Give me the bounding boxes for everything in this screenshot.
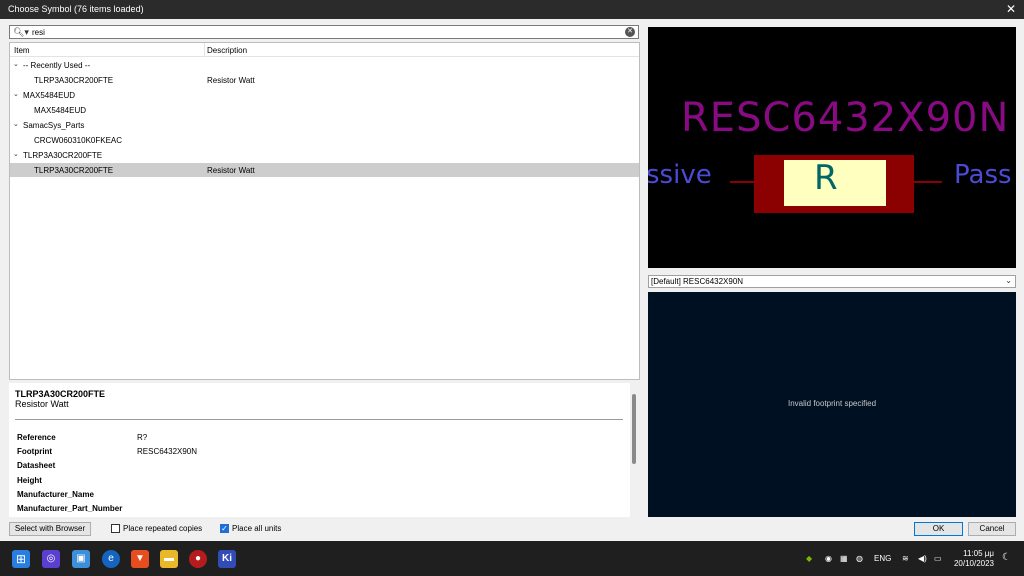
footprint-preview-canvas[interactable]: Invalid footprint specified <box>648 292 1016 517</box>
tree-item-label: TLRP3A30CR200FTE <box>34 76 114 85</box>
tree-item-label: TLRP3A30CR200FTE <box>34 166 114 175</box>
search-input[interactable] <box>32 27 612 38</box>
tree-row[interactable]: CRCW060310K0FKEAC <box>10 133 639 147</box>
tree-group-samacsys-parts[interactable]: ⌄ SamacSys_Parts <box>10 118 639 132</box>
pin-left-line <box>730 181 756 183</box>
symbol-preview-canvas[interactable]: RESC6432X90N ssive R Pass <box>648 27 1016 268</box>
notification-icon[interactable]: ☾ <box>1002 552 1011 563</box>
clear-search-icon[interactable]: ✕ <box>625 27 635 37</box>
chevron-down-icon[interactable]: ⌄ <box>13 90 19 98</box>
field-key: Manufacturer_Part_Number <box>17 504 123 513</box>
tree-row[interactable]: MAX5484EUD <box>10 103 639 117</box>
tray-icon[interactable]: ◉ <box>825 554 832 563</box>
field-key: Reference <box>17 433 56 442</box>
check-icon[interactable]: ✓ <box>220 524 229 533</box>
field-footprint: Footprint RESC6432X90N <box>17 447 617 459</box>
field-manufacturer-part-number: Manufacturer_Part_Number <box>17 504 617 516</box>
column-header-item[interactable]: Item <box>14 46 30 55</box>
app-icon[interactable]: ◎ <box>42 550 60 568</box>
pin-type-left-text: ssive <box>648 160 712 190</box>
field-key: Footprint <box>17 447 53 456</box>
tree-item-label: TLRP3A30CR200FTE <box>23 151 103 160</box>
field-datasheet: Datasheet <box>17 461 617 473</box>
field-key: Datasheet <box>17 461 56 470</box>
search-box[interactable]: 🔍︎▾ ✕ <box>9 25 639 39</box>
tree-item-label: CRCW060310K0FKEAC <box>34 136 123 145</box>
field-key: Manufacturer_Name <box>17 490 94 499</box>
pin-type-right-text: Pass <box>954 160 1012 190</box>
checkbox-label: Place all units <box>232 524 282 533</box>
field-reference: Reference R? <box>17 433 617 445</box>
column-divider[interactable] <box>204 43 205 57</box>
reference-text: R <box>814 158 838 198</box>
tree-header: Item Description <box>10 43 639 57</box>
footprint-select[interactable]: [Default] RESC6432X90N ⌄ <box>648 275 1016 288</box>
ok-button[interactable]: OK <box>914 522 963 536</box>
kicad-icon[interactable]: Ki <box>218 550 236 568</box>
footprint-select-value: [Default] RESC6432X90N <box>651 277 744 286</box>
time-text: 11:05 μμ <box>963 549 994 558</box>
battery-icon[interactable]: ▭ <box>934 554 942 563</box>
symbol-value-text: RESC6432X90N <box>681 95 1010 141</box>
close-icon[interactable]: ✕ <box>1006 2 1016 16</box>
divider <box>15 419 623 420</box>
column-header-description[interactable]: Description <box>207 46 247 55</box>
nvidia-icon[interactable]: ◆ <box>806 554 812 563</box>
select-with-browser-button[interactable]: Select with Browser <box>9 522 91 536</box>
tree-item-description: Resistor Watt <box>207 166 255 175</box>
checkbox-unchecked[interactable] <box>111 524 120 533</box>
window-title: Choose Symbol (76 items loaded) <box>8 4 144 14</box>
language-indicator[interactable]: ENG <box>874 554 891 563</box>
chevron-down-icon[interactable]: ⌄ <box>1005 276 1012 285</box>
chevron-down-icon[interactable]: ⌄ <box>13 150 19 158</box>
footprint-message: Invalid footprint specified <box>787 399 877 408</box>
brave-icon[interactable]: ▼ <box>131 550 149 568</box>
field-height: Height <box>17 476 617 488</box>
taskbar: ⊞ ◎ ▣ e ▼ ▬ ● Ki ◆ ◉ ▦ ◍ ENG ≋ ◀) ▭ 11:0… <box>0 541 1024 576</box>
tree-row[interactable]: TLRP3A30CR200FTE Resistor Watt <box>10 73 639 87</box>
tree-group-tlrp3a30cr200fte[interactable]: ⌄ TLRP3A30CR200FTE <box>10 148 639 162</box>
details-scrollbar[interactable] <box>632 394 636 464</box>
windows-start-icon[interactable]: ⊞ <box>12 550 30 568</box>
tree-group-max5484eud[interactable]: ⌄ MAX5484EUD <box>10 88 639 102</box>
tree-item-label: SamacSys_Parts <box>23 121 85 130</box>
volume-icon[interactable]: ◀) <box>918 554 927 563</box>
symbol-details-panel: TLRP3A30CR200FTE Resistor Watt Reference… <box>9 383 630 517</box>
cancel-button[interactable]: Cancel <box>968 522 1016 536</box>
tree-row-selected[interactable]: TLRP3A30CR200FTE Resistor Watt <box>10 163 639 177</box>
search-icon[interactable]: 🔍︎▾ <box>13 27 29 38</box>
clock[interactable]: 11:05 μμ 20/10/2023 <box>950 549 994 569</box>
app-icon[interactable]: ▣ <box>72 550 90 568</box>
field-value: R? <box>137 433 148 442</box>
details-symbol-name: TLRP3A30CR200FTE <box>15 389 106 399</box>
checkbox-label: Place repeated copies <box>123 524 203 533</box>
file-explorer-icon[interactable]: ▬ <box>160 550 178 568</box>
tree-group-recently-used[interactable]: ⌄ -- Recently Used -- <box>10 58 639 72</box>
field-manufacturer-name: Manufacturer_Name <box>17 490 617 502</box>
chevron-down-icon[interactable]: ⌄ <box>13 120 19 128</box>
date-text: 20/10/2023 <box>953 559 994 568</box>
field-value: RESC6432X90N <box>137 447 198 456</box>
symbol-tree[interactable]: Item Description ⌄ -- Recently Used -- T… <box>9 42 640 380</box>
chevron-down-icon[interactable]: ⌄ <box>13 60 19 68</box>
tray-icon[interactable]: ▦ <box>840 554 848 563</box>
tree-item-label: MAX5484EUD <box>23 91 76 100</box>
app-icon[interactable]: ● <box>189 550 207 568</box>
tree-item-label: -- Recently Used -- <box>23 61 91 70</box>
tray-icon[interactable]: ◍ <box>856 554 863 563</box>
field-key: Height <box>17 476 42 485</box>
window-titlebar: Choose Symbol (76 items loaded) ✕ <box>0 0 1024 19</box>
details-symbol-description: Resistor Watt <box>15 399 69 409</box>
choose-symbol-dialog: 🔍︎▾ ✕ Item Description ⌄ -- Recently Use… <box>0 19 1024 541</box>
pin-right-line <box>914 181 942 183</box>
tree-item-label: MAX5484EUD <box>34 106 87 115</box>
tree-item-description: Resistor Watt <box>207 76 255 85</box>
edge-icon[interactable]: e <box>102 550 120 568</box>
wifi-icon[interactable]: ≋ <box>902 554 909 563</box>
